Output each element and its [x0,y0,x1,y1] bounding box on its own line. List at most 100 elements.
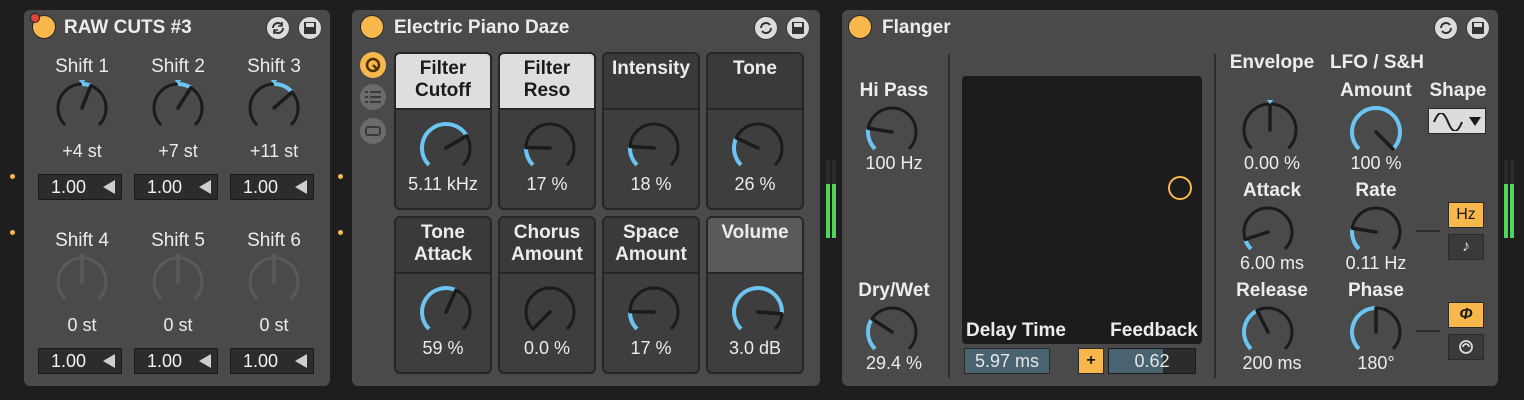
delay-time-field[interactable]: 5.97 ms [964,348,1050,374]
rate-hz-button[interactable]: Hz [1448,202,1484,228]
decrement-arrow-icon[interactable] [295,354,307,368]
status-dot [338,230,343,235]
shift-knob[interactable] [54,78,110,141]
feedback-label: Feedback [1110,320,1198,341]
shift-amount-value: 1.00 [243,351,279,371]
device-view-button[interactable] [360,118,386,144]
chain-list-button[interactable] [360,84,386,110]
macro-view-button[interactable] [360,52,386,78]
macro-name[interactable]: Volume [708,218,802,274]
macro-label-line1: Filter [523,58,571,79]
decrement-arrow-icon[interactable] [103,180,115,194]
macro-cell[interactable]: Tone Attack 59 % [394,216,492,374]
release-value: 200 ms [1242,353,1302,373]
shift-knob[interactable] [54,252,110,315]
macro-cell[interactable]: Volume 3.0 dB [706,216,804,374]
macro-name[interactable]: Filter Cutoff [396,54,490,110]
release-label: Release [1236,280,1308,301]
macro-label-line1: Volume [721,222,789,243]
decrement-arrow-icon[interactable] [295,180,307,194]
macro-knob[interactable] [522,284,578,345]
macro-name[interactable]: Tone Attack [396,218,490,274]
macro-cell[interactable]: Filter Reso 17 % [498,52,596,210]
rack-title: Electric Piano Daze [394,17,570,38]
shift-amount-field[interactable]: 1.00 [134,174,218,200]
save-icon[interactable] [1466,16,1490,40]
link-plus-button[interactable]: + [1078,348,1104,374]
macro-cell[interactable]: Space Amount 17 % [602,216,700,374]
decrement-arrow-icon[interactable] [199,354,211,368]
shift-amount-value: 1.00 [51,351,87,371]
swap-icon[interactable] [266,16,290,40]
status-dot [10,230,15,235]
shift-label: Shift 5 [151,230,205,251]
macro-name[interactable]: Filter Reso [500,54,594,110]
shift-knob[interactable] [150,78,206,141]
macro-value: 26 % [734,174,776,194]
macro-value: 59 % [422,338,464,358]
level-meter-left [826,160,830,238]
shift-amount-field[interactable]: 1.00 [38,174,122,200]
shift-value: 0 st [259,315,289,335]
shift-value: +4 st [62,141,102,161]
feedback-field[interactable]: 0.62 [1108,348,1196,374]
macro-value: 17 % [630,338,672,358]
macro-knob[interactable] [522,120,578,181]
shift-amount-field[interactable]: 1.00 [38,348,122,374]
save-icon[interactable] [298,16,322,40]
decrement-arrow-icon[interactable] [199,180,211,194]
swap-icon[interactable] [754,16,778,40]
shift-knob[interactable] [246,78,302,141]
macro-name[interactable]: Intensity [604,54,698,110]
macro-label-line2: Amount [511,244,583,265]
macro-label-line1: Chorus [513,222,581,243]
macro-knob[interactable] [626,120,682,181]
macro-cell[interactable]: Chorus Amount 0.0 % [498,216,596,374]
rate-value: 0.11 Hz [1345,253,1407,273]
level-meter-left [1504,160,1508,238]
macro-cell[interactable]: Intensity 18 % [602,52,700,210]
flanger-on-button[interactable] [848,15,872,39]
macro-name[interactable]: Chorus Amount [500,218,594,274]
shift-amount-field[interactable]: 1.00 [134,348,218,374]
shift-amount-value: 1.00 [51,177,87,197]
flanger-device: Flanger Hi Pass 100 Hz Dry/Wet 29.4 % De… [842,10,1498,386]
shape-dropdown[interactable] [1428,108,1486,134]
feedback-value: 0.62 [1134,351,1170,371]
macro-value: 17 % [526,174,568,194]
separator [1214,54,1216,378]
shift-amount-field[interactable]: 1.00 [230,348,314,374]
shift-label: Shift 2 [151,56,205,77]
phase-mode-button[interactable]: Φ [1448,302,1484,328]
macro-knob[interactable] [730,284,786,345]
macro-knob[interactable] [418,120,474,181]
rack-on-button[interactable] [360,15,384,39]
save-icon[interactable] [786,16,810,40]
macro-name[interactable]: Tone [708,54,802,110]
xy-pad-handle[interactable] [1168,176,1192,200]
shift-value: +7 st [158,141,198,161]
macro-value: 5.11 kHz [408,174,478,194]
macro-label-line1: Space [623,222,679,243]
rate-label: Rate [1355,180,1397,201]
spin-mode-button[interactable] [1448,334,1484,360]
status-dot [338,174,343,179]
attack-label: Attack [1242,180,1302,201]
macro-name[interactable]: Space Amount [604,218,698,274]
swap-icon[interactable] [1434,16,1458,40]
xy-pad[interactable] [962,76,1202,344]
separator [948,54,950,378]
macro-knob[interactable] [626,284,682,345]
macro-label-line1: Tone [733,58,777,79]
shift-knob[interactable] [150,252,206,315]
macro-cell[interactable]: Filter Cutoff 5.11 kHz [394,52,492,210]
shift-amount-field[interactable]: 1.00 [230,174,314,200]
shift-knob[interactable] [246,252,302,315]
rate-sync-button[interactable]: ♪ [1448,234,1484,260]
macro-cell[interactable]: Tone 26 % [706,52,804,210]
macro-knob[interactable] [418,284,474,345]
decrement-arrow-icon[interactable] [103,354,115,368]
shape-label: Shape [1429,80,1487,101]
device-title: RAW CUTS #3 [64,17,192,38]
macro-knob[interactable] [730,120,786,181]
